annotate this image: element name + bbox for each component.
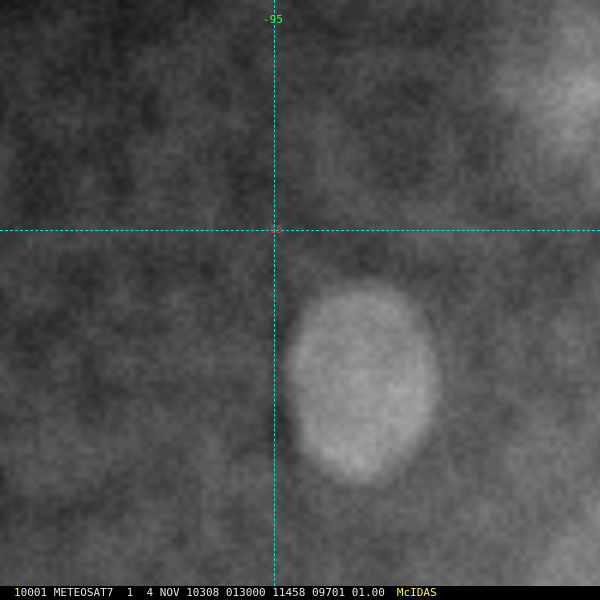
latitude-label: -15: [263, 223, 283, 236]
longitude-label: -95: [263, 13, 283, 26]
satellite-image-viewer[interactable]: -95 -15 1 0001 METEOSAT7 1 4 NOV 10308 0…: [0, 0, 600, 600]
image-info-text: 0001 METEOSAT7 1 4 NOV 10308 013000 1145…: [20, 586, 385, 599]
mcidas-brand: McIDAS: [396, 586, 437, 599]
satellite-imagery[interactable]: [0, 0, 600, 586]
frame-number: 1: [14, 586, 21, 599]
status-bar: 1 0001 METEOSAT7 1 4 NOV 10308 013000 11…: [0, 586, 600, 600]
